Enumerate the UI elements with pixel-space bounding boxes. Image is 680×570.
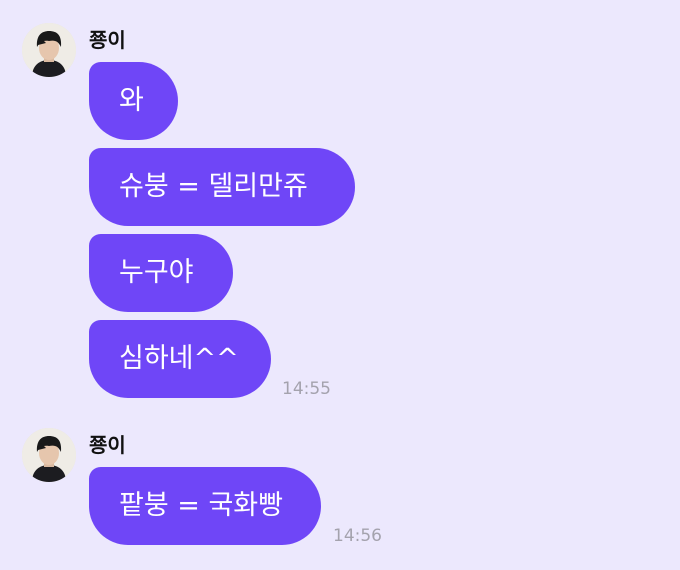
message-group-2: 쭁이 팥붕 = 국화빵 14:56 xyxy=(0,0,680,570)
message-bubble[interactable]: 팥붕 = 국화빵 xyxy=(89,467,321,545)
avatar-photo-icon xyxy=(22,428,76,482)
sender-avatar[interactable] xyxy=(22,428,76,482)
message-timestamp: 14:56 xyxy=(333,526,382,546)
sender-name: 쭁이 xyxy=(89,433,126,457)
